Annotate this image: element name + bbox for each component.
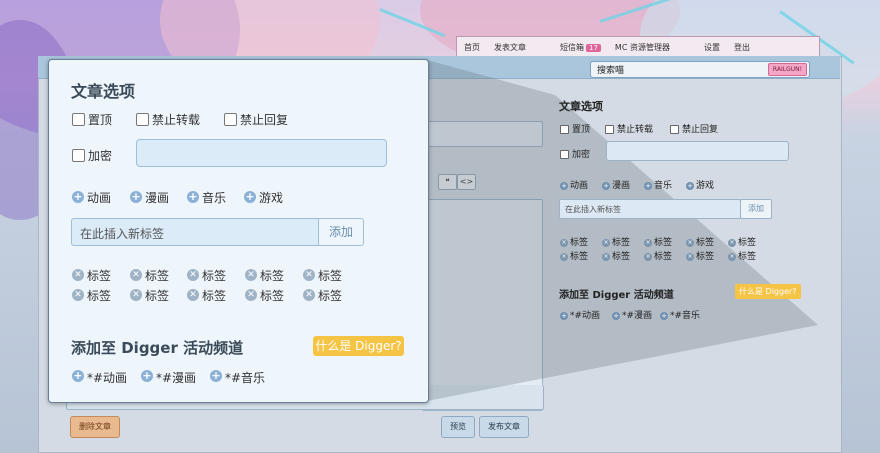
thumb-title: 文章选项 [559,100,603,113]
digger-channel-title: 添加至 Digger 活动频道 [71,339,244,357]
remove-tag-icon[interactable]: ✕ [130,269,142,281]
category-game[interactable]: 游戏 [259,189,283,206]
post-options-popup: 文章选项 置顶 禁止转载 禁止回复 加密 + 动画 + 漫画 + 音乐 + 游戏… [48,59,429,403]
add-channel-icon[interactable]: + [72,370,84,382]
tag-item: 标签 [87,289,112,303]
tag-item: 标签 [145,289,170,303]
channel-animation[interactable]: *#动画 [87,369,127,386]
popup-title: 文章选项 [71,82,136,101]
category-comic[interactable]: 漫画 [145,189,169,206]
tag-item: 标签 [202,289,227,303]
channel-comic[interactable]: *#漫画 [156,369,196,386]
category-animation[interactable]: 动画 [87,189,111,206]
remove-tag-icon[interactable]: ✕ [245,289,257,301]
no-reply-label: 禁止回复 [240,113,289,127]
remove-tag-icon[interactable]: ✕ [187,289,199,301]
add-category-game-icon[interactable]: + [244,191,256,203]
remove-tag-icon[interactable]: ✕ [130,289,142,301]
add-tag-button[interactable]: 添加 [318,218,364,246]
remove-tag-icon[interactable]: ✕ [72,289,84,301]
tag-item: 标签 [260,269,285,283]
pin-checkbox[interactable] [72,113,85,126]
tag-item: 标签 [87,269,112,283]
tag-item: 标签 [318,269,343,283]
tag-item: 标签 [318,289,343,303]
remove-tag-icon[interactable]: ✕ [72,269,84,281]
encrypt-checkbox[interactable] [72,149,85,162]
add-category-music-icon[interactable]: + [187,191,199,203]
add-channel-icon[interactable]: + [141,370,153,382]
remove-tag-icon[interactable]: ✕ [303,269,315,281]
remove-tag-icon[interactable]: ✕ [303,289,315,301]
encrypt-label: 加密 [88,149,113,163]
add-channel-icon[interactable]: + [210,370,222,382]
add-category-comic-icon[interactable]: + [130,191,142,203]
no-repost-checkbox[interactable] [136,113,149,126]
pin-label: 置顶 [88,113,113,127]
no-repost-label: 禁止转载 [152,113,201,127]
tag-item: 标签 [260,289,285,303]
tag-item: 标签 [202,269,227,283]
category-music[interactable]: 音乐 [202,189,226,206]
no-reply-checkbox[interactable] [224,113,237,126]
channel-music[interactable]: *#音乐 [225,369,265,386]
remove-tag-icon[interactable]: ✕ [187,269,199,281]
new-tag-input[interactable]: 在此插入新标签 [71,218,320,246]
remove-tag-icon[interactable]: ✕ [245,269,257,281]
add-category-animation-icon[interactable]: + [72,191,84,203]
password-input[interactable] [136,139,387,167]
what-is-digger-button[interactable]: 什么是 Digger? [313,336,404,356]
tag-item: 标签 [145,269,170,283]
